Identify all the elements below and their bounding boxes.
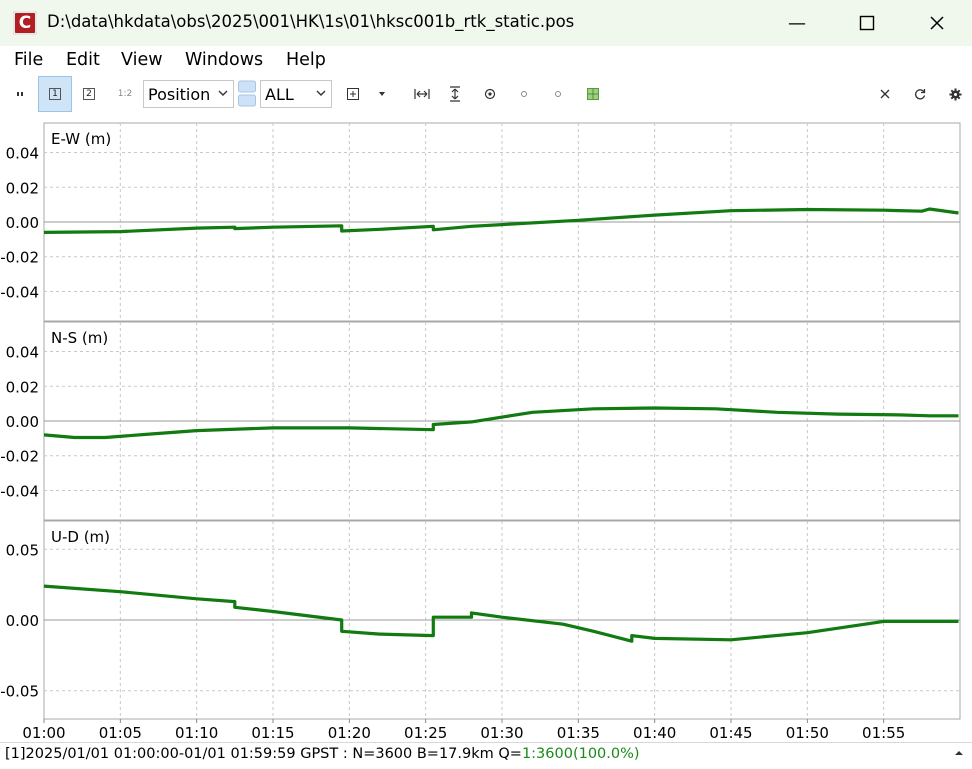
clear-button[interactable] (877, 86, 893, 102)
y-tick-label: 0.00 (6, 413, 39, 431)
fit-vertical-icon (450, 86, 460, 102)
x-tick-label: 01:10 (175, 724, 218, 742)
bars-icon (17, 92, 23, 96)
panel-toggle-button[interactable] (12, 86, 28, 102)
settings-icon (949, 88, 961, 100)
panel-title: N-S (m) (51, 329, 108, 347)
origin-dropdown-button[interactable] (374, 86, 390, 102)
refresh-button[interactable] (912, 86, 928, 102)
dot-icon (555, 91, 561, 97)
resize-grip-icon[interactable] (954, 750, 964, 760)
dot-icon (521, 91, 527, 97)
y-tick-label: 0.04 (6, 145, 39, 163)
y-tick-label: 0.04 (6, 344, 39, 362)
maximize-icon (859, 15, 875, 31)
x-tick-label: 01:20 (328, 724, 371, 742)
plot-type-select[interactable]: Position (143, 80, 234, 108)
x-tick-label: 01:50 (786, 724, 829, 742)
close-icon (880, 89, 890, 99)
panel-title: U-D (m) (51, 528, 110, 546)
x-tick-label: 01:00 (22, 724, 65, 742)
y-tick-label: 0.00 (6, 612, 39, 630)
y-tick-label: -0.04 (0, 283, 39, 301)
solution-toggle-button[interactable] (238, 80, 256, 108)
y-tick-label: 0.02 (6, 378, 39, 396)
minimize-button[interactable]: — (762, 0, 832, 46)
maximize-button[interactable] (832, 0, 902, 46)
status-quality: 1:3600(100.0%) (521, 746, 640, 762)
toolbar: 1 2 1:2 Position ALL (0, 74, 972, 116)
menu-file[interactable]: File (14, 50, 43, 70)
plot12-button[interactable]: 1:2 (114, 86, 136, 102)
x-tick-label: 01:55 (862, 724, 905, 742)
quality-value: ALL (265, 84, 294, 104)
settings-button[interactable] (947, 86, 963, 102)
title-bar: C D:\data\hkdata\obs\2025\001\HK\1s\01\h… (0, 0, 972, 46)
x-tick-label: 01:30 (480, 724, 523, 742)
center-button[interactable] (482, 86, 498, 102)
fit-horizontal-button[interactable] (412, 86, 432, 102)
plot-area[interactable]: 0.04 0.02 0.00 -0.02 -0.04 E-W (m) 0.04 0.02 0.0… (0, 118, 972, 742)
y-tick-label: -0.02 (0, 249, 39, 267)
y-tick-label: 0.00 (6, 214, 39, 232)
center-icon (484, 88, 496, 100)
status-bar: [1]2025/01/01 01:00:00-01/01 01:59:59 GP… (0, 742, 972, 769)
solution-icon (238, 80, 256, 107)
point-button-2[interactable] (550, 86, 566, 102)
x-tick-label: 01:40 (633, 724, 676, 742)
map-icon (587, 88, 599, 100)
plot2-label: 2 (83, 88, 95, 100)
close-button[interactable] (902, 0, 972, 46)
chevron-down-icon (316, 90, 326, 96)
panel-title: E-W (m) (51, 130, 111, 148)
point-button-1[interactable] (516, 86, 532, 102)
quality-select[interactable]: ALL (260, 80, 332, 108)
origin-icon (347, 88, 359, 100)
menu-view[interactable]: View (121, 50, 163, 70)
y-tick-label: 0.05 (6, 541, 39, 559)
map-button[interactable] (585, 86, 601, 102)
y-tick-label: -0.02 (0, 448, 39, 466)
position-plot[interactable]: 0.04 0.02 0.00 -0.02 -0.04 E-W (m) 0.04 0.02 0.0… (0, 118, 972, 742)
origin-button[interactable] (344, 86, 362, 102)
x-tick-label: 01:15 (251, 724, 294, 742)
menu-help[interactable]: Help (286, 50, 326, 70)
chevron-down-icon (218, 90, 228, 96)
x-tick-label: 01:35 (557, 724, 600, 742)
dropdown-icon (379, 92, 385, 96)
plot1-label: 1 (49, 88, 61, 100)
fit-vertical-button[interactable] (446, 84, 464, 104)
y-tick-label: -0.04 (0, 482, 39, 500)
window-title: D:\data\hkdata\obs\2025\001\HK\1s\01\hks… (47, 12, 575, 31)
app-icon: C (13, 11, 37, 35)
menu-edit[interactable]: Edit (66, 50, 100, 70)
menu-bar: File Edit View Windows Help (0, 46, 972, 74)
status-text: [1]2025/01/01 01:00:00-01/01 01:59:59 GP… (5, 746, 522, 762)
x-tick-label: 01:05 (99, 724, 142, 742)
y-tick-label: -0.05 (0, 683, 39, 701)
fit-horizontal-icon (414, 89, 430, 99)
x-tick-label: 01:45 (709, 724, 752, 742)
x-tick-label: 01:25 (404, 724, 447, 742)
plot-type-value: Position (148, 84, 211, 104)
menu-windows[interactable]: Windows (185, 50, 263, 70)
plot2-button[interactable]: 2 (80, 86, 98, 102)
y-tick-label: 0.02 (6, 179, 39, 197)
close-icon (930, 16, 944, 30)
refresh-icon (915, 89, 926, 100)
plot1-button[interactable]: 1 (38, 76, 72, 112)
